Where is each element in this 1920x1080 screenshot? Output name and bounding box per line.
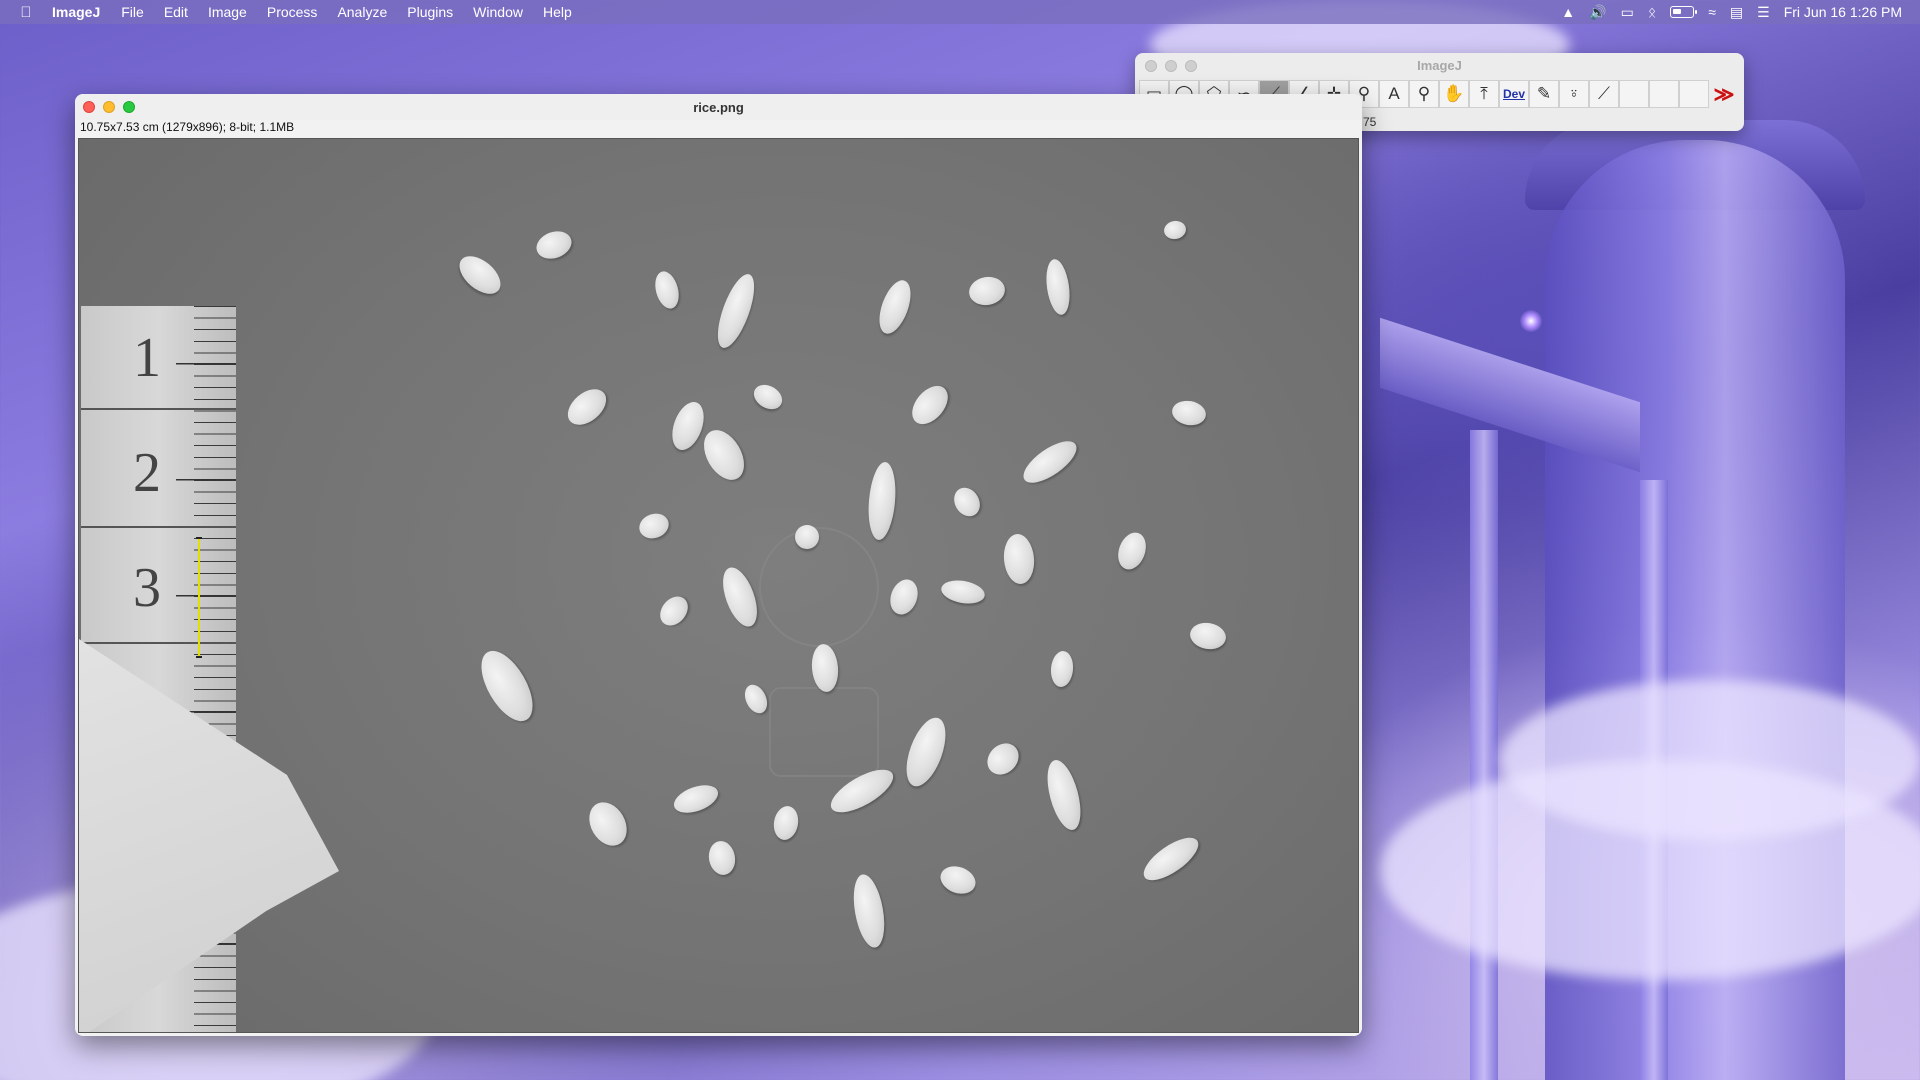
rice-grain	[1170, 398, 1208, 428]
rice-grain	[532, 226, 576, 264]
rice-grain	[1137, 829, 1205, 889]
rice-grain	[936, 861, 980, 899]
rice-grain	[939, 577, 987, 607]
battery-icon[interactable]	[1670, 6, 1698, 18]
empty-slot-3[interactable]	[1679, 80, 1709, 108]
rice-grain	[1017, 433, 1083, 491]
rice-grain	[581, 795, 635, 853]
wifi-icon[interactable]: ≈	[1708, 4, 1716, 20]
rice-grain	[898, 712, 954, 792]
toolbar-status: 75	[1363, 115, 1377, 129]
menu-window[interactable]: Window	[463, 4, 533, 20]
volume-icon[interactable]: 🔊	[1589, 4, 1606, 21]
toolbar-title: ImageJ	[1417, 58, 1462, 73]
rice-grain	[771, 804, 801, 842]
rice-grain	[1113, 528, 1151, 574]
ruler-number: 1	[133, 327, 161, 389]
rice-grain	[654, 591, 694, 631]
rice-grain	[695, 423, 753, 487]
rice-grain	[848, 872, 890, 950]
rice-grain	[885, 575, 923, 619]
rice-grain	[710, 269, 762, 353]
image-title: rice.png	[693, 100, 744, 115]
rice-grain	[873, 276, 917, 338]
wallpaper-cloud	[1500, 680, 1920, 840]
hand-tool-icon[interactable]: ✋	[1439, 80, 1469, 108]
background-stamp	[759, 527, 879, 647]
line-selection[interactable]	[196, 537, 202, 658]
rice-grain	[905, 379, 955, 431]
rice-grain	[966, 274, 1008, 308]
menu-plugins[interactable]: Plugins	[397, 4, 463, 20]
dev-menu-icon[interactable]: Dev	[1499, 80, 1529, 108]
wallpaper-glow	[1520, 310, 1542, 332]
rice-grain	[809, 642, 841, 694]
rice-grain	[740, 681, 772, 717]
rice-grain	[1162, 219, 1188, 241]
control-center-icon[interactable]: ☰	[1757, 4, 1770, 21]
rice-grain	[1041, 756, 1087, 834]
text-tool-icon[interactable]: A	[1379, 80, 1409, 108]
empty-slot-1[interactable]	[1619, 80, 1649, 108]
rice-grain	[1188, 620, 1228, 652]
magnifier-tool-icon[interactable]: ⚲	[1409, 80, 1439, 108]
empty-slot-2[interactable]	[1649, 80, 1679, 108]
apple-menu-icon[interactable]: 	[0, 4, 52, 21]
rice-grain	[716, 563, 764, 631]
bluetooth-icon[interactable]: ᛟ	[1648, 4, 1656, 20]
rice-grain	[749, 379, 787, 415]
pencil-tool-icon[interactable]: ✎	[1529, 80, 1559, 108]
rice-grain	[706, 839, 738, 877]
ruler-number: 2	[133, 442, 161, 504]
menu-edit[interactable]: Edit	[154, 4, 198, 20]
rice-grain	[561, 382, 613, 432]
rice-grain	[670, 779, 722, 819]
rice-grain	[651, 268, 683, 312]
ruler-number: 3	[133, 557, 161, 619]
image-titlebar[interactable]: rice.png	[75, 94, 1362, 120]
image-window: rice.png 10.75x7.53 cm (1279x896); 8-bit…	[75, 94, 1362, 1036]
rice-grain	[1001, 532, 1037, 586]
menu-help[interactable]: Help	[533, 4, 582, 20]
dropper-tool-icon[interactable]: ⤒	[1469, 80, 1499, 108]
rice-grain	[452, 248, 508, 302]
keyboard-icon[interactable]: ▤	[1730, 4, 1743, 21]
menu-analyze[interactable]: Analyze	[327, 4, 397, 20]
wallpaper-pillar	[1470, 430, 1498, 1080]
rice-grain	[949, 483, 985, 521]
rice-grain	[471, 642, 543, 730]
image-info: 10.75x7.53 cm (1279x896); 8-bit; 1.1MB	[80, 120, 295, 134]
user-icon[interactable]: ▲	[1561, 4, 1575, 20]
brush-tool-icon[interactable]: ⍤	[1559, 80, 1589, 108]
rice-grain	[1049, 650, 1075, 688]
menu-image[interactable]: Image	[198, 4, 257, 20]
menubar-clock[interactable]: Fri Jun 16 1:26 PM	[1784, 4, 1902, 20]
app-menu[interactable]: ImageJ	[52, 4, 111, 20]
rice-grain	[1043, 257, 1073, 317]
menubar-status-area: ▲ 🔊 ▭ ᛟ ≈ ▤ ☰ Fri Jun 16 1:26 PM	[1561, 4, 1920, 21]
more-tools-icon[interactable]: ≫	[1709, 80, 1739, 108]
toolbar-titlebar[interactable]: ImageJ	[1135, 53, 1744, 79]
pipette-tool-icon[interactable]: ⟋	[1589, 80, 1619, 108]
menu-file[interactable]: File	[111, 4, 154, 20]
rice-grain	[981, 737, 1025, 781]
background-stamp	[769, 687, 879, 777]
image-canvas[interactable]: 1 2 3 6	[78, 138, 1359, 1033]
rice-grain	[635, 509, 673, 543]
rice-grain	[865, 461, 899, 541]
display-icon[interactable]: ▭	[1621, 4, 1634, 21]
menubar:  ImageJ File Edit Image Process Analyze…	[0, 0, 1920, 24]
menu-process[interactable]: Process	[257, 4, 328, 20]
